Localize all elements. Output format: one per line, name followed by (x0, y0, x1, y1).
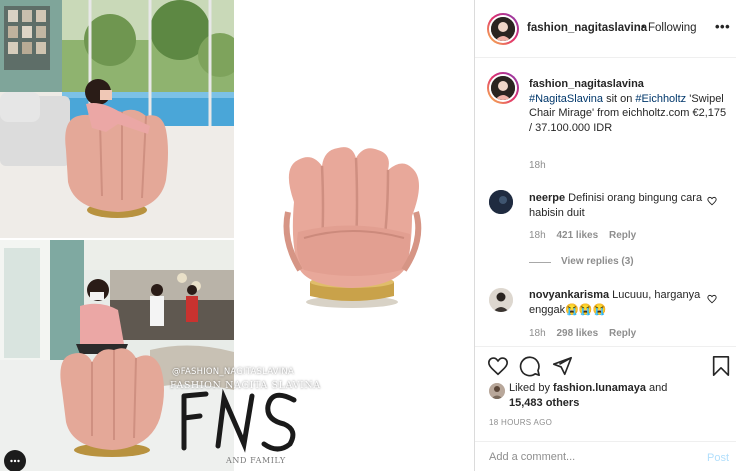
comment-item: novyankarisma Lucuuu, harganya enggak😭😭😭 (529, 288, 709, 317)
comment-like-heart-icon[interactable] (707, 196, 717, 206)
profile-photo-icon (491, 17, 515, 41)
profile-photo-icon (489, 288, 513, 312)
caption-timestamp[interactable]: 18h (529, 160, 546, 171)
reply-button[interactable]: Reply (609, 230, 636, 241)
post-timestamp[interactable]: 18 HOURS AGO (489, 418, 552, 427)
reply-button[interactable]: Reply (609, 328, 636, 339)
watermark-logo (181, 388, 297, 453)
liked-prefix: Liked by (509, 382, 550, 394)
action-bar (475, 346, 736, 386)
profile-photo-icon (491, 76, 515, 100)
comment-username[interactable]: neerpe (529, 192, 565, 204)
comment-likes[interactable]: 421 likes (556, 230, 598, 241)
comment-avatar[interactable] (489, 190, 513, 214)
liked-conjunction: and (649, 382, 668, 394)
comment-meta: 18h 421 likes Reply (529, 230, 636, 241)
avatar-image (491, 76, 515, 100)
following-button[interactable]: Following (648, 22, 697, 34)
comment-input[interactable] (489, 451, 689, 463)
liked-others[interactable]: 15,483 others (509, 397, 579, 409)
comment-time[interactable]: 18h (529, 328, 546, 339)
post-caption: fashion_nagitaslavina #NagitaSlavina sit… (529, 77, 729, 135)
ellipsis-icon (10, 459, 20, 463)
post-details-panel: fashion_nagitaslavina • Following ••• fa… (474, 0, 736, 471)
watermark-tagline: AND FAMILY (226, 456, 286, 465)
comment-likes[interactable]: 298 likes (556, 328, 598, 339)
view-replies-divider (529, 262, 551, 263)
pink-chair-icon (283, 147, 422, 308)
avatar-image (491, 17, 515, 41)
share-icon[interactable] (551, 355, 573, 377)
header-avatar[interactable] (487, 13, 519, 45)
liked-by-user[interactable]: fashion.lunamaya (553, 382, 646, 394)
photo-woman-sitting-chair (0, 0, 234, 238)
more-options-icon[interactable]: ••• (715, 19, 730, 34)
caption-text: sit on (606, 92, 633, 105)
hashtag-link[interactable]: #NagitaSlavina (529, 93, 603, 105)
hashtag-link[interactable]: #Eichholtz (635, 93, 686, 105)
comment-time[interactable]: 18h (529, 230, 546, 241)
bookmark-icon[interactable] (711, 355, 731, 377)
header-username[interactable]: fashion_nagitaslavina (527, 22, 647, 34)
liked-by-avatar[interactable] (489, 383, 505, 399)
comment-avatar[interactable] (489, 288, 513, 312)
post-comment-button[interactable]: Post (707, 452, 729, 464)
comment-meta: 18h 298 likes Reply (529, 328, 636, 339)
post-media[interactable]: @FASHION_NAGITASLAVINA FASHION NAGITA SL… (0, 0, 474, 471)
post-header: fashion_nagitaslavina • Following ••• (475, 0, 736, 58)
media-more-button[interactable] (4, 450, 26, 471)
comment-like-heart-icon[interactable] (707, 294, 717, 304)
comment-item: neerpe Definisi orang bingung cara habis… (529, 191, 709, 220)
product-chair-image (252, 120, 452, 320)
liked-by-text: Liked by fashion.lunamaya and 15,483 oth… (509, 381, 689, 411)
watermark-handle: @FASHION_NAGITASLAVINA (172, 367, 294, 377)
photo-woman-sitting-chair-image (0, 0, 234, 238)
profile-photo-icon (489, 190, 513, 214)
comment-composer: Post (475, 441, 736, 471)
comment-icon[interactable] (519, 355, 541, 377)
caption-username[interactable]: fashion_nagitaslavina (529, 77, 729, 92)
comment-username[interactable]: novyankarisma (529, 289, 609, 301)
watermark: @FASHION_NAGITASLAVINA FASHION NAGITA SL… (168, 364, 320, 471)
caption-avatar[interactable] (487, 72, 519, 104)
profile-photo-icon (489, 383, 505, 399)
view-replies-button[interactable]: View replies (3) (561, 256, 634, 267)
header-separator: • (641, 21, 645, 33)
heart-icon[interactable] (487, 355, 509, 377)
